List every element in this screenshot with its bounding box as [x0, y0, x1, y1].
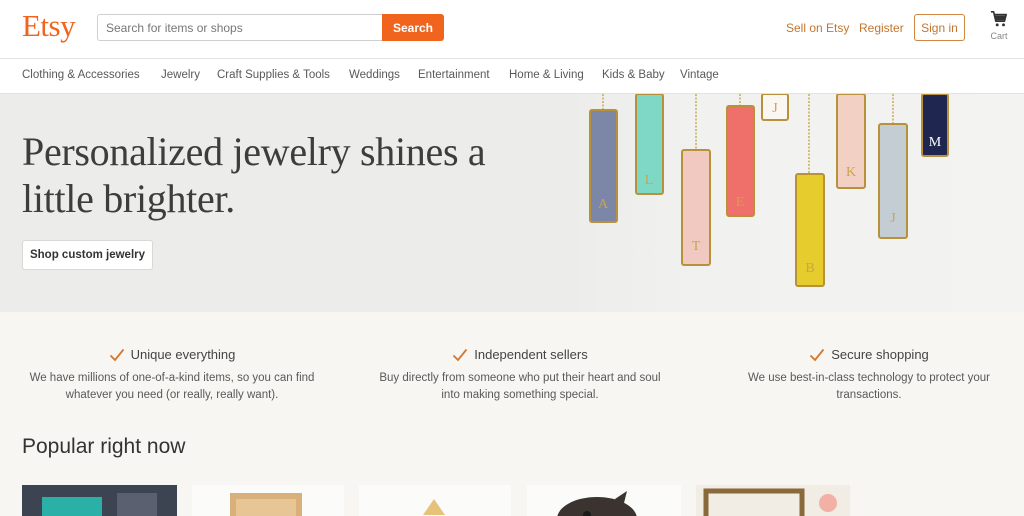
nav-item-weddings[interactable]: Weddings [349, 69, 400, 81]
nav-item-jewelry[interactable]: Jewelry [161, 69, 200, 81]
product-image [423, 499, 445, 515]
value-prop-title: Independent sellers [474, 347, 588, 363]
popular-item-thumbnail[interactable] [359, 485, 511, 516]
value-prop-title: Secure shopping [831, 347, 929, 363]
nav-item-clothing-accessories[interactable]: Clothing & Accessories [22, 69, 140, 81]
pendant-letter: T [692, 239, 701, 254]
hero-title: Personalized jewelry shines a little bri… [22, 129, 486, 221]
popular-item-thumbnail[interactable] [192, 485, 344, 516]
value-prop-unique: Unique everything We have millions of on… [22, 346, 322, 404]
register-link[interactable]: Register [859, 21, 904, 35]
product-image [42, 493, 157, 516]
pendant-letter: J [890, 211, 896, 226]
check-icon [453, 348, 468, 362]
category-nav: Clothing & Accessories Jewelry Craft Sup… [0, 58, 1024, 94]
pendant-letter: L [645, 173, 654, 188]
etsy-logo[interactable]: Etsy [22, 8, 76, 44]
pendant-letter: B [805, 261, 814, 276]
sell-on-etsy-link[interactable]: Sell on Etsy [786, 21, 849, 35]
value-prop-independent: Independent sellers Buy directly from so… [370, 346, 670, 404]
check-icon [810, 348, 825, 362]
nav-item-kids-baby[interactable]: Kids & Baby [602, 69, 665, 81]
popular-item-thumbnail[interactable] [527, 485, 681, 516]
pendant-letter: M [929, 135, 942, 150]
value-prop-secure: Secure shopping We use best-in-class tec… [719, 346, 1019, 404]
pendant-necklaces-image[interactable]: A L T E J B K J M [560, 94, 1024, 312]
pendant-letter: E [736, 195, 745, 210]
product-image [557, 491, 637, 516]
value-prop-title: Unique everything [130, 347, 236, 363]
popular-item-thumbnail[interactable] [22, 485, 177, 516]
value-prop-description: Buy directly from someone who put their … [379, 372, 661, 401]
pendant-letter: A [598, 197, 609, 212]
pendant-letter: K [846, 165, 856, 180]
site-header: Etsy Search Sell on Etsy Register Sign i… [0, 0, 1024, 58]
product-image [703, 488, 837, 516]
cart-label: Cart [990, 31, 1008, 41]
cart-icon [990, 10, 1008, 27]
nav-item-entertainment[interactable]: Entertainment [418, 69, 490, 81]
hero-banner: Personalized jewelry shines a little bri… [0, 94, 1024, 312]
value-props-section: Unique everything We have millions of on… [0, 312, 1024, 516]
value-prop-description: We use best-in-class technology to prote… [747, 372, 991, 401]
nav-item-home-living[interactable]: Home & Living [509, 69, 584, 81]
nav-item-vintage[interactable]: Vintage [680, 69, 719, 81]
nav-item-craft-supplies-tools[interactable]: Craft Supplies & Tools [217, 69, 330, 81]
cart-button[interactable]: Cart [986, 10, 1012, 46]
shop-custom-jewelry-button[interactable]: Shop custom jewelry [22, 240, 153, 270]
sign-in-button[interactable]: Sign in [914, 14, 965, 41]
search-input[interactable] [97, 14, 383, 41]
popular-item-thumbnail[interactable] [696, 485, 850, 516]
search-bar: Search [97, 14, 444, 41]
check-icon [109, 348, 124, 362]
popular-title: Popular right now [22, 435, 186, 458]
value-prop-description: We have millions of one-of-a-kind items,… [29, 372, 315, 401]
search-button[interactable]: Search [382, 14, 444, 41]
product-image [230, 493, 302, 516]
pendant-letter: J [772, 101, 778, 116]
